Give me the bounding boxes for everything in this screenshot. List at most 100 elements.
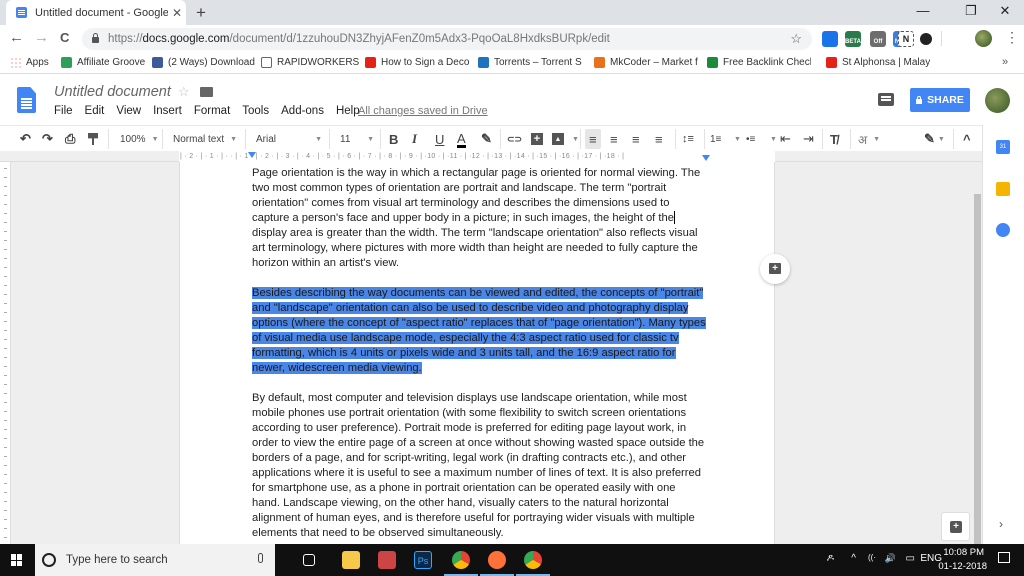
forward-button[interactable]: → <box>34 29 49 46</box>
minimize-button[interactable]: — <box>908 3 938 18</box>
paragraph[interactable]: By default, most computer and television… <box>252 391 706 541</box>
profile-avatar[interactable] <box>975 30 992 47</box>
action-center-icon[interactable] <box>998 552 1010 563</box>
paint-format-icon[interactable] <box>88 133 98 145</box>
task-view-icon[interactable] <box>303 554 315 566</box>
numbered-list-icon[interactable]: 1≡ <box>710 131 721 147</box>
keep-icon[interactable] <box>996 182 1010 196</box>
menu-format[interactable]: Format <box>194 105 230 117</box>
document-page[interactable]: Page orientation is the way in which a r… <box>179 162 775 544</box>
editing-mode-button[interactable]: ✎ ▼ <box>924 131 945 147</box>
menu-add-ons[interactable]: Add-ons <box>281 105 324 117</box>
wifi-icon[interactable]: ((· <box>868 553 876 562</box>
move-to-folder-icon[interactable] <box>200 87 213 97</box>
menu-file[interactable]: File <box>54 105 73 117</box>
horizontal-ruler[interactable]: | · 2 · | · 1 · | · · | · 1 · | · 2 · | … <box>0 151 982 162</box>
google-docs-logo-icon[interactable] <box>17 87 36 113</box>
menu-insert[interactable]: Insert <box>153 105 182 117</box>
file-explorer-icon[interactable] <box>342 551 360 569</box>
redo-icon[interactable]: ↷ <box>42 131 53 147</box>
bookmark-item[interactable]: MkCoder – Market fo <box>594 57 698 68</box>
menu-help[interactable]: Help <box>336 105 360 117</box>
menu-view[interactable]: View <box>116 105 141 117</box>
vertical-scrollbar[interactable] <box>974 194 981 544</box>
clear-formatting-icon[interactable]: T̸ <box>830 131 838 147</box>
back-button[interactable]: ← <box>9 29 24 46</box>
justify-button[interactable]: ≡ <box>655 131 663 147</box>
account-avatar[interactable] <box>985 88 1010 113</box>
bookmarks-overflow-button[interactable]: » <box>1002 56 1008 68</box>
paragraph[interactable]: Page orientation is the way in which a r… <box>252 166 706 271</box>
reload-button[interactable]: C <box>60 30 69 45</box>
chrome-1-icon[interactable] <box>452 551 470 569</box>
explore-button[interactable]: + <box>941 512 970 541</box>
underline-button[interactable]: U <box>435 131 444 147</box>
chrome-2-icon[interactable] <box>524 551 542 569</box>
share-button[interactable]: SHARE <box>910 88 970 112</box>
increase-indent-icon[interactable]: ⇥ <box>803 131 814 147</box>
extension-1-icon[interactable] <box>822 31 838 47</box>
menu-tools[interactable]: Tools <box>242 105 269 117</box>
chevron-down-icon[interactable]: ▼ <box>734 136 741 143</box>
microphone-icon[interactable] <box>258 553 263 563</box>
close-window-button[interactable]: ✕ <box>990 3 1020 19</box>
extension-n-icon[interactable]: N <box>898 31 914 47</box>
font-select[interactable]: Arial ▼ <box>256 131 322 147</box>
chevron-down-icon[interactable]: ▼ <box>770 136 777 143</box>
text-color-button[interactable]: A <box>457 131 466 148</box>
bookmark-item[interactable]: (2 Ways) Download H <box>152 57 256 68</box>
bulleted-list-icon[interactable]: •≡ <box>746 131 755 147</box>
people-icon[interactable]: ዶ <box>827 553 834 564</box>
clock-time[interactable]: 10:08 PM <box>943 547 984 558</box>
bookmark-item[interactable]: St Alphonsa | Malayal <box>826 57 930 68</box>
paragraph-style-select[interactable]: Normal text ▼ <box>173 131 237 147</box>
bookmark-star-icon[interactable]: ☆ <box>790 31 802 47</box>
clock-date[interactable]: 01-12-2018 <box>938 561 987 572</box>
battery-icon[interactable]: ▭ <box>906 553 915 564</box>
show-hidden-icons-chevron[interactable]: ^ <box>851 553 856 564</box>
line-spacing-icon[interactable]: ↕≡ <box>682 131 694 147</box>
bookmark-item[interactable]: Apps <box>10 57 49 68</box>
paragraph-selected[interactable]: Besides describing the way documents can… <box>252 286 706 376</box>
calendar-icon[interactable]: 31 <box>996 140 1010 154</box>
bookmark-item[interactable]: Affiliate Groove <box>61 57 145 68</box>
align-right-button[interactable]: ≡ <box>632 131 640 147</box>
hide-menus-button[interactable]: ^ <box>963 131 971 147</box>
extension-dark-icon[interactable] <box>920 33 932 45</box>
comments-history-icon[interactable] <box>878 93 894 106</box>
bold-button[interactable]: B <box>389 131 398 147</box>
browser-tab[interactable]: Untitled document - Google Doc ✕ <box>6 0 186 25</box>
volume-icon[interactable]: 🔊 <box>885 553 896 564</box>
app-satellite-icon[interactable] <box>378 551 396 569</box>
new-tab-button[interactable]: + <box>196 3 206 23</box>
italic-button[interactable]: I <box>412 131 417 147</box>
bookmark-item[interactable]: How to Sign a Decon <box>365 57 469 68</box>
star-document-icon[interactable]: ☆ <box>178 84 190 100</box>
zoom-select[interactable]: 100% ▼ <box>120 131 159 147</box>
decrease-indent-icon[interactable]: ⇤ <box>780 131 791 147</box>
chrome-menu-icon[interactable]: ⋮ <box>1005 29 1019 46</box>
insert-image-icon[interactable]: ▲ <box>552 133 564 145</box>
input-tools-button[interactable]: अ ▼ <box>858 131 880 147</box>
chevron-down-icon[interactable]: ▼ <box>572 136 579 143</box>
tasks-icon[interactable] <box>996 223 1010 237</box>
extension-off-icon[interactable]: Off <box>870 31 886 47</box>
bookmark-item[interactable]: Free Backlink Checker <box>707 57 811 68</box>
bookmark-item[interactable]: Torrents – Torrent Site <box>478 57 582 68</box>
tab-close-icon[interactable]: ✕ <box>168 6 186 20</box>
extension-beta-icon[interactable]: BETA <box>845 31 861 47</box>
highlight-color-icon[interactable]: ✎ <box>481 131 492 147</box>
font-size-select[interactable]: 11 ▼ <box>340 131 374 147</box>
insert-link-icon[interactable]: ⊂⊃ <box>507 131 522 147</box>
firefox-icon[interactable] <box>488 551 506 569</box>
start-button[interactable] <box>11 554 23 566</box>
address-bar[interactable]: https://docs.google.com/document/d/1zzuh… <box>82 28 812 50</box>
vertical-ruler[interactable] <box>0 162 11 544</box>
save-status-link[interactable]: All changes saved in Drive <box>358 105 488 117</box>
add-comment-button[interactable]: + <box>760 254 790 284</box>
bookmark-item[interactable]: RAPIDWORKERS <box>261 57 359 68</box>
undo-icon[interactable]: ↶ <box>20 131 31 147</box>
insert-comment-icon[interactable]: + <box>531 133 543 145</box>
restore-button[interactable]: ❐ <box>956 3 986 19</box>
print-icon[interactable]: ⎙ <box>65 131 75 147</box>
